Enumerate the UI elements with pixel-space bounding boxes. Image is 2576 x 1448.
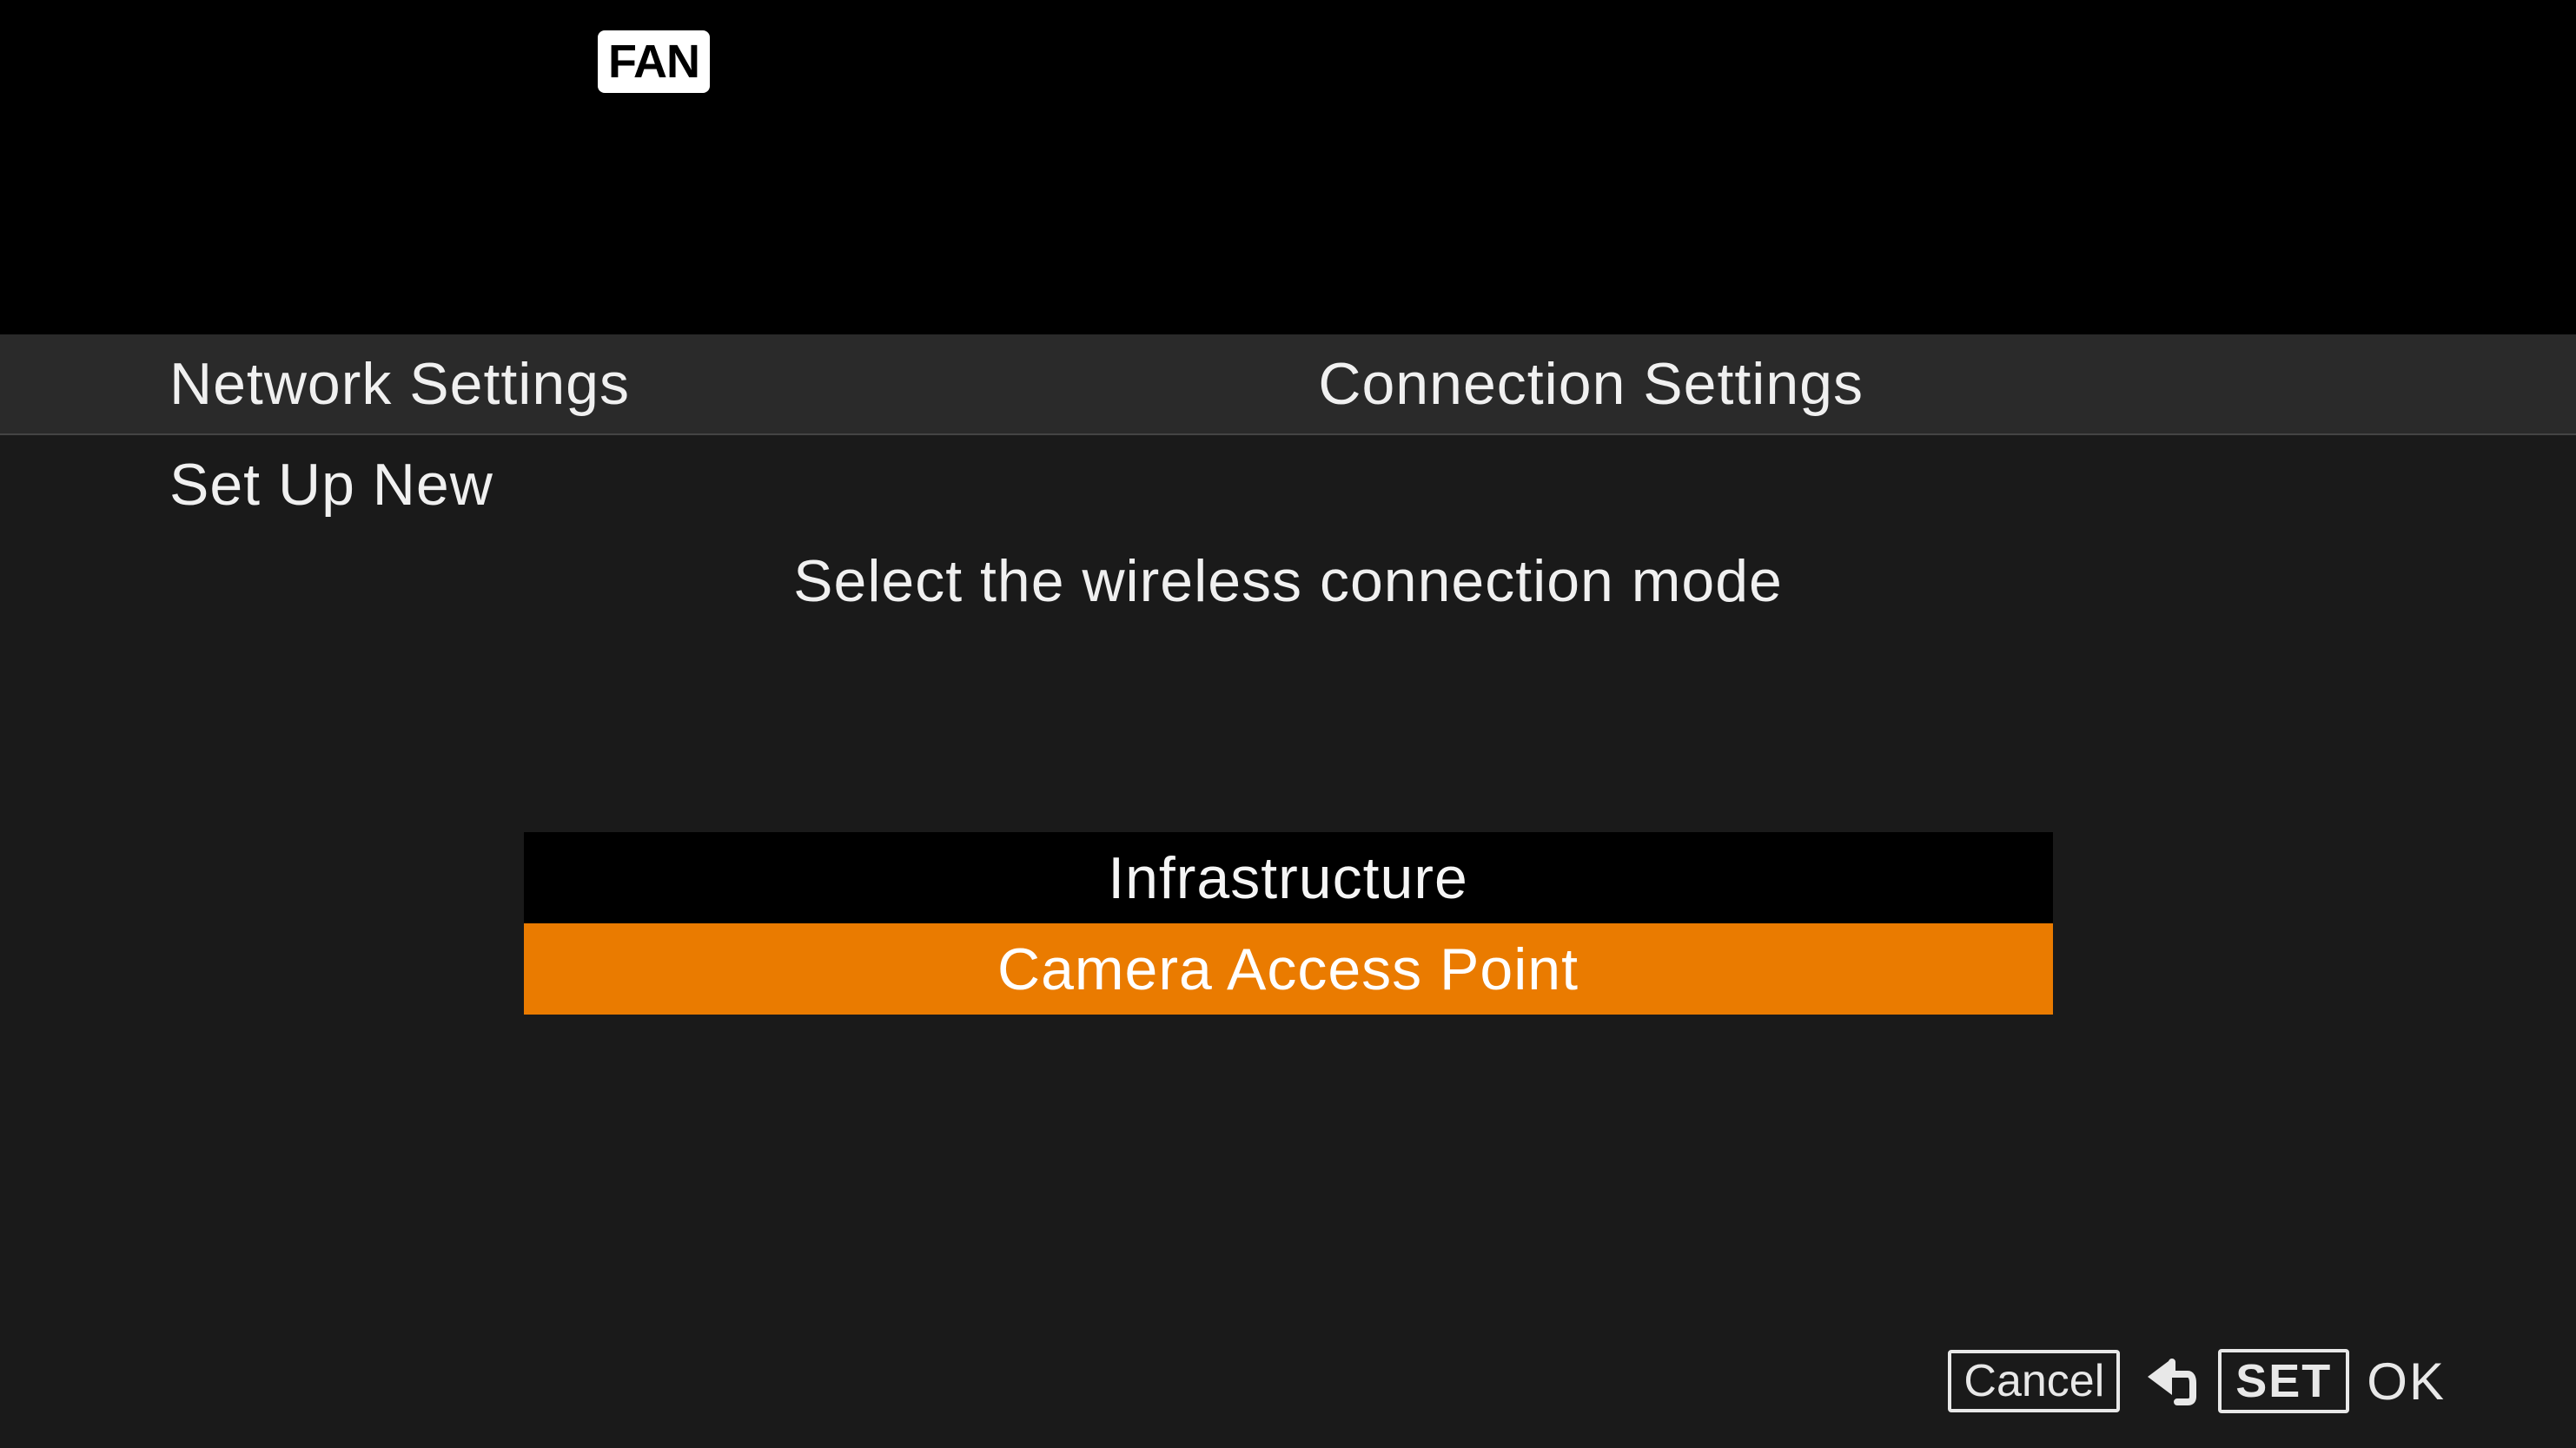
breadcrumb-connection-settings: Connection Settings (1318, 350, 2576, 418)
instruction-row: Select the wireless connection mode (0, 534, 2576, 628)
wireless-mode-options: Infrastructure Camera Access Point (0, 832, 2576, 1015)
breadcrumb-network-settings: Network Settings (0, 350, 1318, 418)
back-icon (2137, 1355, 2196, 1407)
top-status-bar: FAN (0, 0, 2576, 334)
option-camera-access-point[interactable]: Camera Access Point (524, 923, 2053, 1015)
cancel-button[interactable]: Cancel (1948, 1350, 2120, 1412)
camera-menu-screen: FAN Network Settings Connection Settings… (0, 0, 2576, 1448)
fan-status-badge: FAN (598, 30, 710, 93)
set-button[interactable]: SET (2218, 1349, 2349, 1413)
instruction-text: Select the wireless connection mode (0, 547, 2576, 615)
ok-label: OK (2367, 1352, 2446, 1412)
option-infrastructure[interactable]: Infrastructure (524, 832, 2053, 923)
breadcrumb-header: Network Settings Connection Settings (0, 334, 2576, 435)
subheader-row: Set Up New (0, 435, 2576, 534)
footer-controls: Cancel SET OK (1948, 1349, 2446, 1413)
subheader-setup-new: Set Up New (169, 451, 2576, 519)
